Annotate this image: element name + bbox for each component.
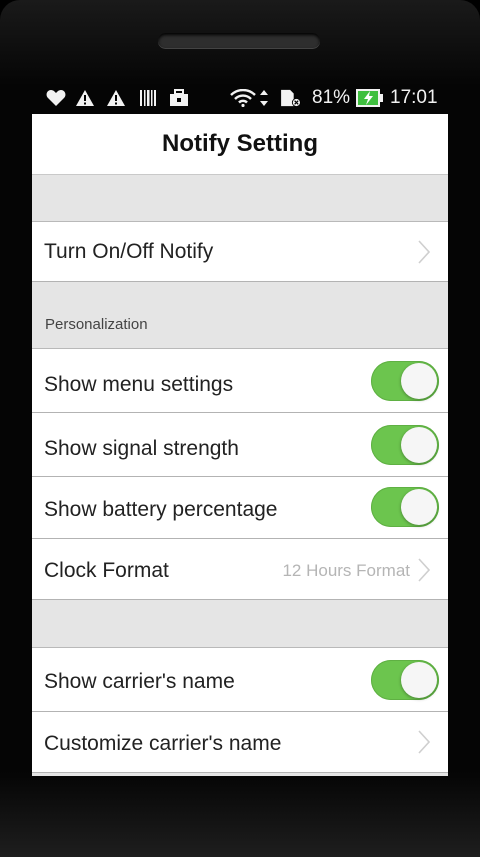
battery-percentage: 81%: [312, 87, 351, 108]
clock-format-value: 12 Hours Format: [282, 561, 410, 580]
phone-frame: 81% 17:01 Notify Setting Turn On/Off Not…: [0, 0, 480, 857]
chevron-right-icon: [418, 558, 430, 582]
show-battery-percentage-row: Show battery percentage: [32, 477, 448, 539]
show-carriers-name-row: Show carrier's name: [32, 648, 448, 712]
row-label: Show signal strength: [44, 437, 239, 460]
show-menu-settings-toggle[interactable]: [371, 361, 439, 401]
phone-bottom-bezel: [0, 776, 480, 857]
show-battery-percentage-toggle[interactable]: [371, 487, 439, 527]
status-bar: 81% 17:01: [32, 82, 448, 114]
chevron-right-icon: [418, 730, 430, 754]
toggle-knob: [401, 489, 437, 525]
title-bar: Notify Setting: [32, 114, 448, 175]
speaker-grille: [158, 33, 320, 48]
turn-on-off-notify-row[interactable]: Turn On/Off Notify: [32, 222, 448, 282]
page-title: Notify Setting: [162, 130, 318, 157]
row-label: Show battery percentage: [44, 498, 278, 521]
toggle-knob: [401, 427, 437, 463]
briefcase-icon: [170, 89, 188, 106]
customize-carriers-name-row[interactable]: Customize carrier's name: [32, 712, 448, 773]
row-label: Turn On/Off Notify: [44, 240, 214, 263]
clock: 17:01: [390, 87, 438, 108]
show-signal-strength-toggle[interactable]: [371, 425, 439, 465]
toggle-knob: [401, 363, 437, 399]
data-arrows-icon: [260, 90, 268, 106]
heart-icon: [46, 90, 66, 106]
row-label: Customize carrier's name: [44, 732, 282, 755]
warning-icon: [76, 90, 94, 106]
battery-charging-icon: [356, 89, 383, 107]
sd-card-icon: [281, 89, 301, 107]
barcode-icon: [140, 90, 156, 106]
chevron-right-icon: [418, 240, 430, 264]
row-label: Show carrier's name: [44, 670, 235, 693]
row-label: Show menu settings: [44, 373, 234, 396]
section-spacer: [32, 600, 448, 648]
clock-format-row[interactable]: Clock Format 12 Hours Format: [32, 539, 448, 600]
section-spacer: [32, 175, 448, 222]
row-label: Clock Format: [44, 559, 169, 582]
notify-setting-screen: Notify Setting Turn On/Off Notify Person…: [32, 114, 448, 776]
toggle-knob: [401, 662, 437, 698]
wifi-icon: [230, 89, 256, 107]
section-header-personalization: Personalization: [32, 282, 448, 349]
show-signal-strength-row: Show signal strength: [32, 413, 448, 477]
section-header-label: Personalization: [45, 316, 148, 333]
show-carriers-name-toggle[interactable]: [371, 660, 439, 700]
show-menu-settings-row: Show menu settings: [32, 349, 448, 413]
warning-icon: [107, 90, 125, 106]
